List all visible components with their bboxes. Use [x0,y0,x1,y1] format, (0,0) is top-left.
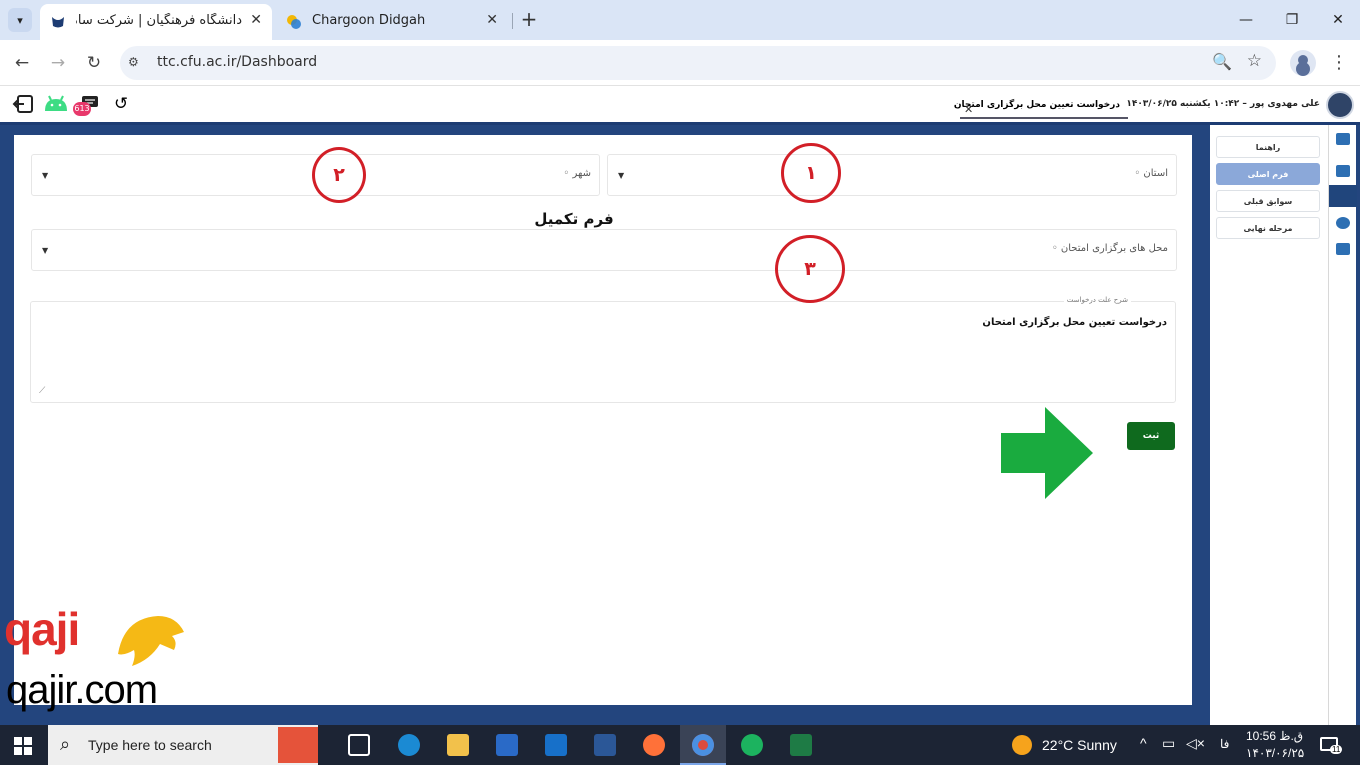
weather-text[interactable]: 22°C Sunny [1042,737,1117,753]
new-tab-button[interactable]: + [518,8,540,30]
request-reason-legend: شرح علت درخواست [1063,296,1131,304]
form-icon[interactable] [1329,185,1357,207]
annotation-circle-1: ۱ [781,143,841,203]
tab-separator [512,13,513,29]
sync-icon[interactable] [1336,217,1350,229]
close-tab-icon[interactable]: ✕ [486,12,498,28]
taskbar: ⌕ Type here to search 22°C Sunny ^ ▭ ◁× … [0,725,1360,765]
chrome-icon[interactable] [692,734,714,756]
minimize-icon[interactable]: — [1234,8,1258,32]
action-center-badge: 11 [1330,745,1343,754]
browser-toolbar: ← → ↻ ⚙ ttc.cfu.ac.ir/Dashboard 🔍 ☆ ⋮ [0,40,1360,86]
clock-time[interactable]: 10:56 ق.ظ [1246,729,1303,743]
weather-sun-icon[interactable] [1012,735,1032,755]
annotation-circle-2: ۲ [312,147,366,203]
exam-location-label: محل های برگزاری امتحان ◦ [1051,243,1168,254]
search-icon: ⌕ [60,734,71,755]
user-info-text: علی مهدوی پور – ۱۰:۴۲ یکشنبه ۱۴۰۳/۰۶/۲۵ [1126,99,1320,109]
tab-search-button[interactable]: ▾ [8,8,32,32]
restore-icon[interactable]: ❐ [1280,8,1304,32]
logout-icon[interactable] [12,93,36,115]
address-bar[interactable]: ⚙ ttc.cfu.ac.ir/Dashboard 🔍 ☆ [120,46,1276,80]
app-body: استان ◦ ▼ شهر ◦ ▼ فرم تکمیل شود محل های … [0,125,1360,725]
forward-icon[interactable]: → [46,51,70,75]
watermark-brand: qaji [4,603,80,655]
android-icon[interactable] [42,93,70,115]
annotation-circle-3: ۳ [775,235,845,303]
right-nav: راهنما فرم اصلی سوابق قبلی مرحله نهایی [1210,125,1328,725]
tab-title: Chargoon Didgah [312,13,426,28]
network-icon[interactable]: ▭ [1162,735,1175,752]
chevron-down-icon[interactable]: ▼ [42,171,48,180]
volume-muted-icon[interactable]: ◁× [1186,735,1205,752]
exam-location-select[interactable]: محل های برگزاری امتحان ◦ ▼ [31,229,1177,271]
windows-start-icon[interactable] [14,737,32,755]
nav-item-final-stage[interactable]: مرحله نهایی [1216,217,1320,239]
task-view-icon[interactable] [348,734,370,756]
eagle-logo-icon [118,616,184,666]
browser-tab-chargoon[interactable]: Chargoon Didgah ✕ [276,4,508,40]
close-window-icon[interactable]: ✕ [1326,8,1350,32]
excel-icon[interactable] [790,734,812,756]
watermark-url: qajir.com [6,668,158,712]
taskbar-search[interactable]: ⌕ Type here to search [48,725,318,765]
app-header: 613 ↺ درخواست تعیین محل برگزاری امتحان ✕… [0,87,1360,125]
nav-item-main-form[interactable]: فرم اصلی [1216,163,1320,185]
bookmark-star-icon[interactable]: ☆ [1247,51,1262,71]
province-label: استان ◦ [1134,168,1168,179]
tray-chevron-up-icon[interactable]: ^ [1140,735,1147,751]
icon-rail [1328,125,1357,725]
chevron-down-icon[interactable]: ▼ [42,246,48,255]
reload-icon[interactable]: ↻ [82,51,106,75]
cfu-logo-icon [52,17,64,28]
browser-tabstrip: ▾ دانشگاه فرهنگیان | شرکت سامانه ✕ Charg… [0,0,1360,40]
search-highlight-icon [278,727,318,763]
security-app-icon[interactable] [741,734,763,756]
close-request-tab-icon[interactable]: ✕ [964,103,973,116]
resize-grip-icon[interactable]: ⟋ [39,386,45,396]
firefox-icon[interactable] [643,734,665,756]
word-icon[interactable] [594,734,616,756]
url-text[interactable]: ttc.cfu.ac.ir/Dashboard [157,54,317,70]
browser-tab-cfu[interactable]: دانشگاه فرهنگیان | شرکت سامانه ✕ [40,4,272,40]
request-reason-value[interactable]: درخواست تعیین محل برگزاری امتحان [982,317,1167,328]
close-tab-icon[interactable]: ✕ [250,12,262,28]
green-arrow-annotation [1001,407,1093,499]
language-indicator[interactable]: فا [1220,737,1229,751]
site-info-icon[interactable]: ⚙ [128,55,146,71]
clock-date[interactable]: ۱۴۰۳/۰۶/۲۵ [1246,746,1304,760]
mail-app-icon[interactable] [545,734,567,756]
tab-title: دانشگاه فرهنگیان | شرکت سامانه [76,13,242,28]
submit-button[interactable]: ثبت [1127,422,1175,450]
nav-item-history[interactable]: سوابق قبلی [1216,190,1320,212]
open-request-tab-title: درخواست تعیین محل برگزاری امتحان [953,100,1120,110]
nav-item-guide[interactable]: راهنما [1216,136,1320,158]
edge-icon[interactable] [398,734,420,756]
chevron-down-icon[interactable]: ▼ [618,171,624,180]
store-icon[interactable] [496,734,518,756]
refresh-icon[interactable]: ↺ [114,93,138,115]
watermark-logo: qaji qajir.com [4,598,194,716]
profile-avatar-icon[interactable] [1290,50,1316,76]
notification-badge: 613 [73,102,91,116]
taskbar-search-placeholder: Type here to search [88,737,212,753]
request-reason-textarea[interactable]: شرح علت درخواست درخواست تعیین محل برگزار… [30,296,1176,403]
inbox-icon[interactable] [1336,165,1350,177]
chevron-down-icon: ▾ [17,13,23,27]
folder-icon[interactable] [1336,243,1350,255]
file-explorer-icon[interactable] [447,734,469,756]
user-avatar[interactable] [1326,91,1354,119]
chargoon-logo-icon [287,15,301,29]
back-icon[interactable]: ← [10,51,34,75]
province-select[interactable]: استان ◦ ▼ [607,154,1177,196]
browser-menu-icon[interactable]: ⋮ [1330,52,1348,73]
open-request-tab[interactable]: درخواست تعیین محل برگزاری امتحان ✕ [954,92,1128,119]
zoom-icon[interactable]: 🔍 [1212,52,1232,71]
mail-icon[interactable] [1336,133,1350,145]
city-label: شهر ◦ [563,168,591,179]
